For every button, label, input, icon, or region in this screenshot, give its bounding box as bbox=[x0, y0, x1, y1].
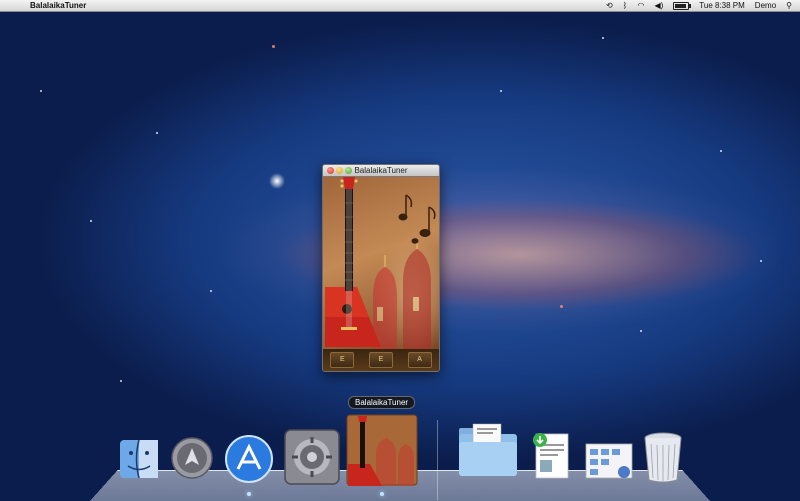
string-button-2[interactable]: E bbox=[368, 352, 393, 368]
trash-icon bbox=[644, 432, 682, 483]
spotlight-icon[interactable]: ⚲ bbox=[786, 0, 792, 11]
document-stack-icon bbox=[533, 433, 569, 479]
wifi-icon[interactable]: ◠ bbox=[637, 0, 644, 11]
menu-bar: BalalaikaTuner ⟲ ᛒ ◠ ◀) Tue 8:38 PM Demo… bbox=[0, 0, 800, 12]
system-preferences-icon bbox=[284, 429, 340, 485]
close-button[interactable] bbox=[327, 167, 334, 174]
dock-item-finder[interactable] bbox=[118, 438, 160, 485]
dock-item-balalaika-tuner[interactable] bbox=[346, 414, 418, 491]
menu-clock[interactable]: Tue 8:38 PM bbox=[699, 0, 745, 11]
dock-item-launchpad[interactable] bbox=[170, 436, 214, 485]
music-notes-icon bbox=[398, 194, 436, 244]
dock-item-document-stack[interactable] bbox=[530, 430, 574, 487]
dock-item-system-preferences[interactable] bbox=[283, 428, 341, 491]
menu-extras: ⟲ ᛒ ◠ ◀) Tue 8:38 PM Demo ⚲ bbox=[606, 0, 792, 11]
string-selector: E E A bbox=[323, 349, 439, 371]
dock-item-documents-folder[interactable] bbox=[455, 422, 521, 485]
balalaika-tuner-icon bbox=[346, 414, 418, 486]
dock-item-preview-stack[interactable] bbox=[584, 440, 634, 487]
volume-icon[interactable]: ◀) bbox=[654, 0, 663, 11]
dock-separator bbox=[437, 420, 438, 500]
app-store-running-indicator bbox=[247, 492, 251, 496]
preview-stack-icon bbox=[585, 443, 633, 479]
balalaika-tuner-running-indicator bbox=[380, 492, 384, 496]
app-window: BalalaikaTuner E E A bbox=[322, 164, 440, 372]
window-titlebar[interactable]: BalalaikaTuner bbox=[323, 165, 439, 177]
string-button-3[interactable]: A bbox=[407, 352, 432, 368]
user-menu[interactable]: Demo bbox=[755, 0, 776, 11]
zoom-button[interactable] bbox=[345, 167, 352, 174]
documents-folder-icon bbox=[459, 423, 517, 476]
dock-tooltip: BalalaikaTuner bbox=[348, 396, 416, 409]
bluetooth-icon[interactable]: ᛒ bbox=[623, 0, 628, 11]
app-menu[interactable]: BalalaikaTuner bbox=[30, 0, 86, 11]
app-store-icon bbox=[225, 435, 273, 483]
dock-item-trash[interactable] bbox=[640, 430, 686, 489]
dock-item-app-store[interactable] bbox=[224, 434, 274, 489]
finder-icon bbox=[120, 439, 158, 479]
string-button-1[interactable]: E bbox=[330, 352, 355, 368]
minimize-button[interactable] bbox=[336, 167, 343, 174]
time-machine-icon[interactable]: ⟲ bbox=[606, 0, 613, 11]
tuner-view: E E A bbox=[323, 177, 439, 371]
launchpad-icon bbox=[171, 437, 213, 479]
balalaika-image bbox=[325, 177, 381, 347]
battery-icon[interactable] bbox=[673, 1, 692, 10]
window-title: BalalaikaTuner bbox=[354, 166, 408, 175]
